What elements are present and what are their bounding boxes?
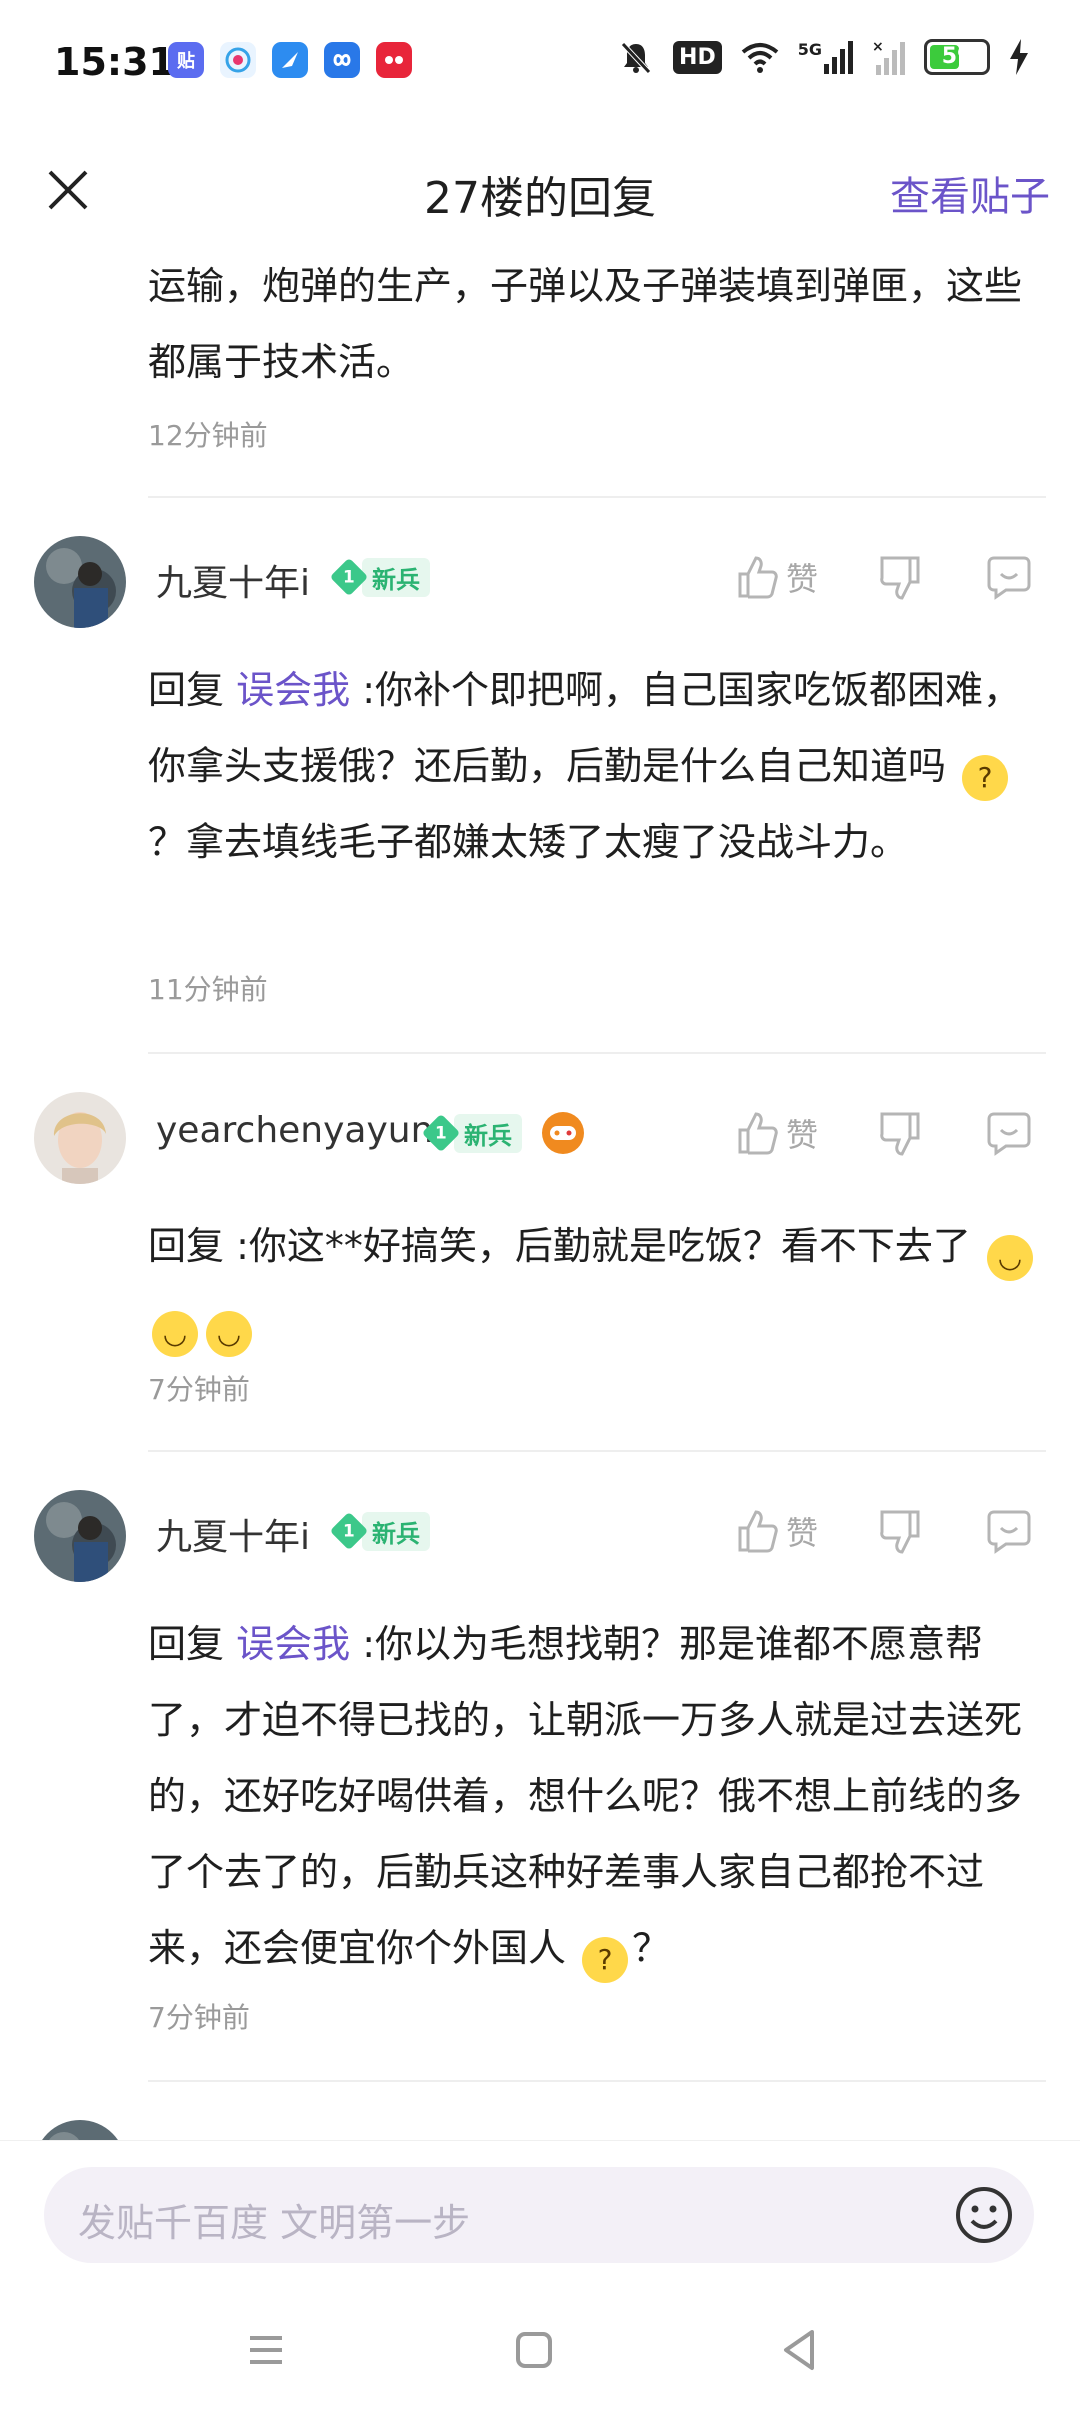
comment-text: 回复 :你这**好搞笑，后勤就是吃饭？看不下去了 ◡◡ ◡	[148, 1208, 1038, 1360]
like-button[interactable]: 赞	[736, 554, 818, 600]
mention-link[interactable]: 误会我	[236, 1622, 350, 1666]
divider	[148, 1450, 1046, 1452]
dislike-button[interactable]	[878, 554, 922, 604]
reply-input[interactable]: 发贴千百度 文明第一步	[44, 2167, 1034, 2263]
status-app-icons: 贴	[168, 42, 412, 78]
smirk-emoji: ◡	[152, 1311, 198, 1357]
top-comment-time: 12分钟前	[148, 419, 268, 452]
avatar[interactable]	[34, 1092, 126, 1184]
view-post-link[interactable]: 查看贴子	[890, 164, 1050, 222]
signal-empty-icon: ×	[872, 39, 906, 75]
reply-input-bar: 发贴千百度 文明第一步	[0, 2140, 1080, 2291]
comment-header: 九夏十年i 1 新兵 赞	[0, 536, 1080, 636]
mobile-app-icon	[220, 42, 256, 78]
comment-icon	[987, 1510, 1031, 1554]
dislike-button[interactable]	[878, 1110, 922, 1160]
reply-input-placeholder: 发贴千百度 文明第一步	[78, 2201, 471, 2245]
wifi-icon	[740, 40, 780, 74]
menu-button[interactable]	[236, 2320, 296, 2380]
comment-header: yearchenyayun 1 新兵 赞	[0, 1092, 1080, 1192]
reply-button[interactable]	[986, 1110, 1032, 1160]
back-triangle-icon	[784, 2330, 814, 2370]
thumb-up-icon	[738, 1510, 778, 1553]
svg-text:×: ×	[872, 39, 884, 55]
thumb-up-icon	[738, 1112, 778, 1155]
level-badge: 1 新兵	[329, 557, 430, 597]
tmall-app-icon	[376, 42, 412, 78]
thumb-down-icon	[880, 1510, 920, 1554]
smirk-emoji: ◡	[987, 1235, 1033, 1281]
comment-text: 回复 误会我 :你补个即把啊，自己国家吃饭都困难，你拿头支援俄？还后勤，后勤是什…	[148, 668, 1022, 864]
comment-time: 7分钟前	[148, 2001, 250, 2034]
charging-icon	[1008, 39, 1030, 75]
username[interactable]: 九夏十年i	[156, 1508, 310, 1560]
infinity-app-icon	[324, 42, 360, 78]
emoji-button[interactable]	[954, 2185, 1014, 2245]
level-badge: 1 新兵	[421, 1113, 522, 1153]
mention-link[interactable]: 误会我	[236, 668, 350, 712]
username[interactable]: yearchenyayun	[156, 1110, 433, 1151]
divider	[148, 496, 1046, 498]
status-time: 15:31	[54, 40, 175, 84]
tieba-app-icon: 贴	[168, 42, 204, 78]
back-button[interactable]	[770, 2320, 830, 2380]
smirk-emoji: ◡	[206, 1311, 252, 1357]
battery-icon: 59	[924, 39, 990, 75]
thumb-up-icon	[738, 556, 778, 599]
home-button[interactable]	[504, 2320, 564, 2380]
reply-button[interactable]	[986, 1508, 1032, 1558]
status-bar: 15:31 贴 HD 5G × 59	[0, 0, 1080, 120]
smile-icon	[956, 2187, 1012, 2243]
comment-time: 11分钟前	[148, 973, 268, 1006]
hd-icon: HD	[673, 40, 722, 74]
signal-5g-icon: 5G	[798, 40, 854, 74]
comment-time: 7分钟前	[148, 1373, 250, 1406]
reply-button[interactable]	[986, 554, 1032, 604]
username[interactable]: 九夏十年i	[156, 554, 310, 606]
thinking-emoji: ?	[582, 1937, 629, 1983]
status-right-icons: HD 5G × 59	[617, 38, 1030, 76]
thinking-emoji: ?	[962, 755, 1009, 801]
level-badge: 1 新兵	[329, 1511, 430, 1551]
menu-icon	[250, 2336, 282, 2364]
thumb-down-icon	[880, 556, 920, 600]
divider	[148, 1052, 1046, 1054]
feather-app-icon	[272, 42, 308, 78]
like-button[interactable]: 赞	[736, 1110, 818, 1156]
avatar[interactable]	[34, 536, 126, 628]
comment-text: 回复 误会我 :你以为毛想找朝？那是谁都不愿意帮了，才迫不得已找的，让朝派一万多…	[148, 1606, 1038, 1986]
bell-muted-icon	[617, 38, 655, 76]
header: 27楼的回复 查看贴子	[0, 140, 1080, 240]
comment-icon	[987, 1112, 1031, 1156]
dislike-button[interactable]	[878, 1508, 922, 1558]
home-square-icon	[516, 2332, 552, 2368]
system-nav-bar	[0, 2290, 1080, 2412]
divider	[148, 2080, 1046, 2082]
avatar[interactable]	[34, 2120, 126, 2140]
avatar[interactable]	[34, 1490, 126, 1582]
comment-header: 九夏十年i 1 新兵 赞	[0, 1490, 1080, 1590]
comment-icon	[987, 556, 1031, 600]
thumb-down-icon	[880, 1112, 920, 1156]
like-button[interactable]: 赞	[736, 1508, 818, 1554]
game-controller-icon	[542, 1112, 584, 1154]
replies-list[interactable]: 运输，炮弹的生产，子弹以及子弹装填到弹匣，这些都属于技术活。 12分钟前 九夏十…	[0, 240, 1080, 2140]
top-comment-text: 运输，炮弹的生产，子弹以及子弹装填到弹匣，这些都属于技术活。	[148, 264, 1023, 384]
